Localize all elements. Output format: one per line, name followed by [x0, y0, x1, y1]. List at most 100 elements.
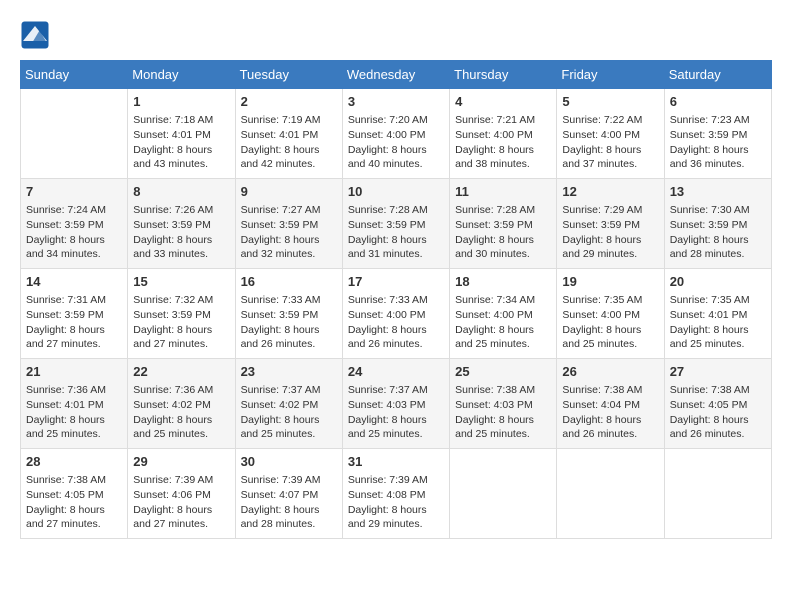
calendar-cell: 6 Sunrise: 7:23 AMSunset: 3:59 PMDaylight… — [664, 89, 771, 179]
calendar-cell: 22 Sunrise: 7:36 AMSunset: 4:02 PMDayligh… — [128, 359, 235, 449]
calendar-cell: 10 Sunrise: 7:28 AMSunset: 3:59 PMDayligh… — [342, 179, 449, 269]
calendar-cell: 28 Sunrise: 7:38 AMSunset: 4:05 PMDayligh… — [21, 449, 128, 539]
day-number: 26 — [562, 363, 658, 381]
calendar-cell: 3 Sunrise: 7:20 AMSunset: 4:00 PMDaylight… — [342, 89, 449, 179]
calendar-cell: 30 Sunrise: 7:39 AMSunset: 4:07 PMDayligh… — [235, 449, 342, 539]
calendar-table: SundayMondayTuesdayWednesdayThursdayFrid… — [20, 60, 772, 539]
day-number: 29 — [133, 453, 229, 471]
day-number: 31 — [348, 453, 444, 471]
day-info: Sunrise: 7:33 AMSunset: 4:00 PMDaylight:… — [348, 293, 444, 352]
calendar-body: 1Sunrise: 7:18 AMSunset: 4:01 PMDaylight… — [21, 89, 772, 539]
day-info: Sunrise: 7:39 AMSunset: 4:08 PMDaylight:… — [348, 473, 444, 532]
calendar-cell: 11 Sunrise: 7:28 AMSunset: 3:59 PMDayligh… — [450, 179, 557, 269]
day-number: 20 — [670, 273, 766, 291]
day-number: 11 — [455, 183, 551, 201]
day-number: 17 — [348, 273, 444, 291]
logo — [20, 20, 54, 50]
day-number: 5 — [562, 93, 658, 111]
calendar-cell: 21Sunrise: 7:36 AMSunset: 4:01 PMDayligh… — [21, 359, 128, 449]
calendar-week-row: 14 Sunrise: 7:31 AMSunset: 3:59 PMDayligh… — [21, 269, 772, 359]
day-number: 21 — [26, 363, 122, 381]
day-number: 27 — [670, 363, 766, 381]
day-number: 23 — [241, 363, 337, 381]
day-info: Sunrise: 7:33 AMSunset: 3:59 PMDaylight:… — [241, 293, 337, 352]
day-info: Sunrise: 7:26 AMSunset: 3:59 PMDaylight:… — [133, 203, 229, 262]
day-number: 6 — [670, 93, 766, 111]
day-number: 14 — [26, 273, 122, 291]
day-info: Sunrise: 7:29 AMSunset: 3:59 PMDaylight:… — [562, 203, 658, 262]
day-number: 19 — [562, 273, 658, 291]
day-number: 15 — [133, 273, 229, 291]
calendar-cell — [21, 89, 128, 179]
day-info: Sunrise: 7:31 AMSunset: 3:59 PMDaylight:… — [26, 293, 122, 352]
calendar-cell: 7 Sunrise: 7:24 AMSunset: 3:59 PMDaylight… — [21, 179, 128, 269]
day-info: Sunrise: 7:22 AMSunset: 4:00 PMDaylight:… — [562, 113, 658, 172]
calendar-cell: 16Sunrise: 7:33 AMSunset: 3:59 PMDayligh… — [235, 269, 342, 359]
day-info: Sunrise: 7:20 AMSunset: 4:00 PMDaylight:… — [348, 113, 444, 172]
day-info: Sunrise: 7:39 AMSunset: 4:07 PMDaylight:… — [241, 473, 337, 532]
day-number: 13 — [670, 183, 766, 201]
day-number: 2 — [241, 93, 337, 111]
calendar-week-row: 21Sunrise: 7:36 AMSunset: 4:01 PMDayligh… — [21, 359, 772, 449]
day-number: 7 — [26, 183, 122, 201]
day-info: Sunrise: 7:34 AMSunset: 4:00 PMDaylight:… — [455, 293, 551, 352]
day-info: Sunrise: 7:30 AMSunset: 3:59 PMDaylight:… — [670, 203, 766, 262]
calendar-cell: 29 Sunrise: 7:39 AMSunset: 4:06 PMDayligh… — [128, 449, 235, 539]
day-number: 12 — [562, 183, 658, 201]
day-number: 25 — [455, 363, 551, 381]
calendar-cell: 1Sunrise: 7:18 AMSunset: 4:01 PMDaylight… — [128, 89, 235, 179]
calendar-cell: 5 Sunrise: 7:22 AMSunset: 4:00 PMDaylight… — [557, 89, 664, 179]
calendar-cell: 14 Sunrise: 7:31 AMSunset: 3:59 PMDayligh… — [21, 269, 128, 359]
day-number: 10 — [348, 183, 444, 201]
calendar-cell: 20Sunrise: 7:35 AMSunset: 4:01 PMDayligh… — [664, 269, 771, 359]
day-number: 3 — [348, 93, 444, 111]
day-info: Sunrise: 7:24 AMSunset: 3:59 PMDaylight:… — [26, 203, 122, 262]
calendar-cell: 9Sunrise: 7:27 AMSunset: 3:59 PMDaylight… — [235, 179, 342, 269]
calendar-cell: 15 Sunrise: 7:32 AMSunset: 3:59 PMDayligh… — [128, 269, 235, 359]
calendar-cell: 8 Sunrise: 7:26 AMSunset: 3:59 PMDaylight… — [128, 179, 235, 269]
day-info: Sunrise: 7:18 AMSunset: 4:01 PMDaylight:… — [133, 113, 229, 172]
calendar-cell: 17 Sunrise: 7:33 AMSunset: 4:00 PMDayligh… — [342, 269, 449, 359]
day-info: Sunrise: 7:28 AMSunset: 3:59 PMDaylight:… — [455, 203, 551, 262]
day-number: 30 — [241, 453, 337, 471]
day-info: Sunrise: 7:38 AMSunset: 4:04 PMDaylight:… — [562, 383, 658, 442]
logo-icon — [20, 20, 50, 50]
calendar-cell: 18 Sunrise: 7:34 AMSunset: 4:00 PMDayligh… — [450, 269, 557, 359]
day-info: Sunrise: 7:37 AMSunset: 4:02 PMDaylight:… — [241, 383, 337, 442]
calendar-week-row: 7 Sunrise: 7:24 AMSunset: 3:59 PMDaylight… — [21, 179, 772, 269]
day-info: Sunrise: 7:38 AMSunset: 4:05 PMDaylight:… — [26, 473, 122, 532]
day-info: Sunrise: 7:32 AMSunset: 3:59 PMDaylight:… — [133, 293, 229, 352]
day-info: Sunrise: 7:21 AMSunset: 4:00 PMDaylight:… — [455, 113, 551, 172]
weekday-header: Tuesday — [235, 61, 342, 89]
weekday-header: Sunday — [21, 61, 128, 89]
day-info: Sunrise: 7:23 AMSunset: 3:59 PMDaylight:… — [670, 113, 766, 172]
calendar-cell — [557, 449, 664, 539]
day-info: Sunrise: 7:36 AMSunset: 4:02 PMDaylight:… — [133, 383, 229, 442]
calendar-cell: 26 Sunrise: 7:38 AMSunset: 4:04 PMDayligh… — [557, 359, 664, 449]
calendar-cell — [664, 449, 771, 539]
calendar-cell: 4Sunrise: 7:21 AMSunset: 4:00 PMDaylight… — [450, 89, 557, 179]
day-info: Sunrise: 7:27 AMSunset: 3:59 PMDaylight:… — [241, 203, 337, 262]
calendar-cell: 12 Sunrise: 7:29 AMSunset: 3:59 PMDayligh… — [557, 179, 664, 269]
weekday-header: Monday — [128, 61, 235, 89]
calendar-cell: 27 Sunrise: 7:38 AMSunset: 4:05 PMDayligh… — [664, 359, 771, 449]
day-info: Sunrise: 7:38 AMSunset: 4:03 PMDaylight:… — [455, 383, 551, 442]
day-info: Sunrise: 7:37 AMSunset: 4:03 PMDaylight:… — [348, 383, 444, 442]
day-number: 18 — [455, 273, 551, 291]
calendar-cell: 24Sunrise: 7:37 AMSunset: 4:03 PMDayligh… — [342, 359, 449, 449]
page-header — [20, 20, 772, 50]
calendar-cell: 25 Sunrise: 7:38 AMSunset: 4:03 PMDayligh… — [450, 359, 557, 449]
calendar-cell: 13 Sunrise: 7:30 AMSunset: 3:59 PMDayligh… — [664, 179, 771, 269]
day-number: 22 — [133, 363, 229, 381]
day-number: 28 — [26, 453, 122, 471]
weekday-header: Saturday — [664, 61, 771, 89]
calendar-week-row: 28 Sunrise: 7:38 AMSunset: 4:05 PMDayligh… — [21, 449, 772, 539]
day-info: Sunrise: 7:38 AMSunset: 4:05 PMDaylight:… — [670, 383, 766, 442]
day-info: Sunrise: 7:35 AMSunset: 4:00 PMDaylight:… — [562, 293, 658, 352]
day-number: 8 — [133, 183, 229, 201]
day-info: Sunrise: 7:28 AMSunset: 3:59 PMDaylight:… — [348, 203, 444, 262]
calendar-cell — [450, 449, 557, 539]
day-info: Sunrise: 7:39 AMSunset: 4:06 PMDaylight:… — [133, 473, 229, 532]
calendar-week-row: 1Sunrise: 7:18 AMSunset: 4:01 PMDaylight… — [21, 89, 772, 179]
weekday-header-row: SundayMondayTuesdayWednesdayThursdayFrid… — [21, 61, 772, 89]
